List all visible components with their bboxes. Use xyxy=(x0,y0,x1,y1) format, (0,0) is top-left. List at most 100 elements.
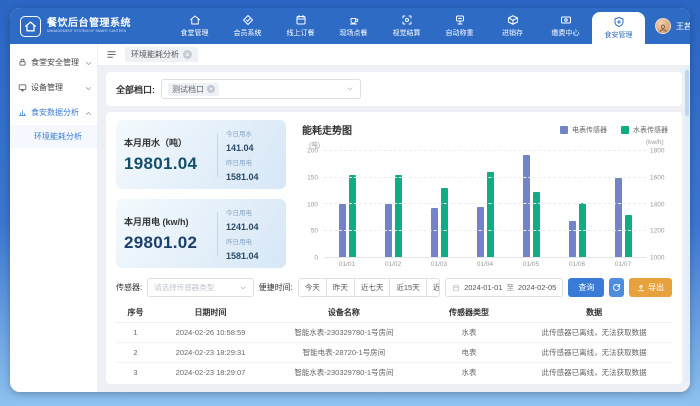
quick-time-button-5[interactable]: 近30天 xyxy=(427,279,440,296)
stall-filter-card: 全部档口: 测试档口 xyxy=(106,72,682,106)
nav-item-3[interactable]: 线上订餐 xyxy=(274,8,327,44)
axis-tick-label: 100 xyxy=(307,201,318,208)
bar-水表传感器-01/02[interactable] xyxy=(395,175,402,257)
water-stat-card: 本月用水（吨） 19801.04 今日用水 141.04 昨日用电 1581.0… xyxy=(116,120,286,189)
tab-list-icon[interactable] xyxy=(106,49,117,60)
date-start[interactable]: 2024-01-01 xyxy=(464,283,502,292)
analysis-icon xyxy=(18,108,27,117)
quick-time-button-4[interactable]: 近15天 xyxy=(390,279,426,296)
date-range-picker[interactable]: 2024-01-01 至 2024-02-05 xyxy=(445,278,563,297)
legend-item-1[interactable]: 电表传感器 xyxy=(560,125,607,135)
stall-select[interactable]: 测试档口 xyxy=(161,79,361,99)
sidebar-subitem-env-energy[interactable]: 环境能耗分析 xyxy=(10,125,97,148)
x-axis-label: 01/05 xyxy=(523,261,539,268)
today-power-label: 今日用电 xyxy=(226,207,278,217)
nav-item-7[interactable]: 进销存 xyxy=(486,8,539,44)
left-y-axis: (吨)050100150200 xyxy=(298,151,324,258)
table-row-1[interactable]: 12024-02-26 10:58:59智能水表-230329780-1号房间水… xyxy=(116,323,672,343)
bar-电表传感器-01/06[interactable] xyxy=(569,221,576,257)
scrollbar-track[interactable] xyxy=(685,68,689,382)
table-row-3[interactable]: 32024-02-23 18:29:07智能水表-230329780-1号房间水… xyxy=(116,363,672,377)
auto-weigh-icon xyxy=(454,14,466,26)
tab-env-energy[interactable]: 环境能耗分析 xyxy=(125,47,198,62)
nav-item-8[interactable]: 缴费中心 xyxy=(539,8,592,44)
today-water-label: 今日用水 xyxy=(226,128,278,138)
chart-plot xyxy=(324,151,646,258)
date-end[interactable]: 2024-02-05 xyxy=(518,283,556,292)
bar-电表传感器-01/02[interactable] xyxy=(385,204,392,257)
chart-x-axis: 01/0101/0201/0301/0401/0501/0601/07 xyxy=(324,261,646,268)
calendar-icon xyxy=(452,284,460,292)
bar-group-01/03 xyxy=(431,151,448,257)
energy-trend-chart: 能耗走势图 电表传感器水表传感器 (吨)050100150200 (kw/h)1… xyxy=(298,120,672,268)
yesterday-water-label: 昨日用电 xyxy=(226,157,278,167)
refresh-button[interactable] xyxy=(609,278,624,297)
sidebar-item-3[interactable]: 食安数据分析 xyxy=(10,100,97,125)
user-avatar[interactable] xyxy=(655,18,671,34)
nav-item-label: 缴费中心 xyxy=(552,28,580,38)
nav-item-label: 会员系统 xyxy=(234,28,262,38)
top-header: 餐饮后台管理系统 MANAGEMENT SYSTEM OF SMART CANT… xyxy=(10,8,690,44)
sensor-type-select[interactable]: 请选择传感器类型 xyxy=(147,278,253,297)
legend-swatch xyxy=(560,126,568,134)
table-cell: 水表 xyxy=(422,323,517,343)
bar-电表传感器-01/03[interactable] xyxy=(431,208,438,257)
table-cell: 1 xyxy=(116,323,155,343)
quick-time-button-2[interactable]: 昨天 xyxy=(327,279,355,296)
x-axis-label: 01/04 xyxy=(477,261,493,268)
table-cell: 2 xyxy=(116,343,155,363)
user-box[interactable]: 王茜茜，采购经理 xyxy=(645,8,690,44)
column-header: 传感器类型 xyxy=(422,303,517,323)
bar-电表传感器-01/04[interactable] xyxy=(477,207,484,257)
quick-time-button-1[interactable]: 今天 xyxy=(299,279,327,296)
sidebar-item-1[interactable]: 食堂安全管理 xyxy=(10,50,97,75)
power-stat-value: 29801.02 xyxy=(124,233,209,253)
bar-水表传感器-01/05[interactable] xyxy=(533,192,540,257)
nav-item-2[interactable]: 会员系统 xyxy=(221,8,274,44)
sidebar: 食堂安全管理设备管理食安数据分析环境能耗分析 xyxy=(10,44,98,392)
quick-time-button-3[interactable]: 近七天 xyxy=(355,279,391,296)
bar-电表传感器-01/05[interactable] xyxy=(523,155,530,257)
legend-item-2[interactable]: 水表传感器 xyxy=(621,125,668,135)
bar-水表传感器-01/04[interactable] xyxy=(487,172,494,257)
tab-bar: 环境能耗分析 xyxy=(98,44,690,66)
legend-swatch xyxy=(621,126,629,134)
table-cell: 此传感器已离线，无法获取数据 xyxy=(516,343,672,363)
search-button[interactable]: 查询 xyxy=(568,278,604,297)
canteen-home-icon xyxy=(189,14,201,26)
x-axis-label: 01/07 xyxy=(615,261,631,268)
bar-电表传感器-01/01[interactable] xyxy=(339,204,346,257)
axis-tick-label: 1000 xyxy=(650,255,664,262)
table-cell: 2024-02-26 10:58:59 xyxy=(155,323,266,343)
legend-label: 水表传感器 xyxy=(633,125,668,135)
nav-item-5[interactable]: 视觉结算 xyxy=(380,8,433,44)
x-axis-label: 01/02 xyxy=(385,261,401,268)
online-order-icon xyxy=(295,14,307,26)
chevron-up-icon xyxy=(84,109,91,116)
tab-close-icon[interactable] xyxy=(183,50,192,59)
scrollbar-thumb[interactable] xyxy=(685,70,689,116)
stall-tag-close-icon[interactable] xyxy=(207,85,215,93)
nav-item-label: 食安管理 xyxy=(605,30,633,40)
device-icon xyxy=(18,83,27,92)
bar-水表传感器-01/06[interactable] xyxy=(579,203,586,257)
nav-item-1[interactable]: 食堂管理 xyxy=(168,8,221,44)
payment-icon xyxy=(560,14,572,26)
quick-time-button-group: 今天昨天近七天近15天近30天本月 xyxy=(298,278,440,297)
bar-水表传感器-01/01[interactable] xyxy=(349,175,356,257)
table-cell: 2024-02-23 18:29:07 xyxy=(155,363,266,377)
yesterday-power-value: 1581.04 xyxy=(226,251,278,261)
nav-item-9[interactable]: 食安管理 xyxy=(592,12,645,44)
axis-tick-label: 150 xyxy=(307,174,318,181)
bar-电表传感器-01/07[interactable] xyxy=(615,178,622,258)
chevron-down-icon xyxy=(84,84,91,91)
export-label: 导出 xyxy=(648,282,664,293)
table-row-2[interactable]: 22024-02-23 18:29:31智能电表-28720-1号房间电表此传感… xyxy=(116,343,672,363)
bar-水表传感器-01/03[interactable] xyxy=(441,188,448,257)
export-button[interactable]: 导出 xyxy=(629,278,672,297)
bar-水表传感器-01/07[interactable] xyxy=(625,215,632,257)
nav-item-4[interactable]: 现场点餐 xyxy=(327,8,380,44)
nav-item-6[interactable]: 自动称重 xyxy=(433,8,486,44)
sidebar-item-2[interactable]: 设备管理 xyxy=(10,75,97,100)
nav-item-label: 现场点餐 xyxy=(340,28,368,38)
